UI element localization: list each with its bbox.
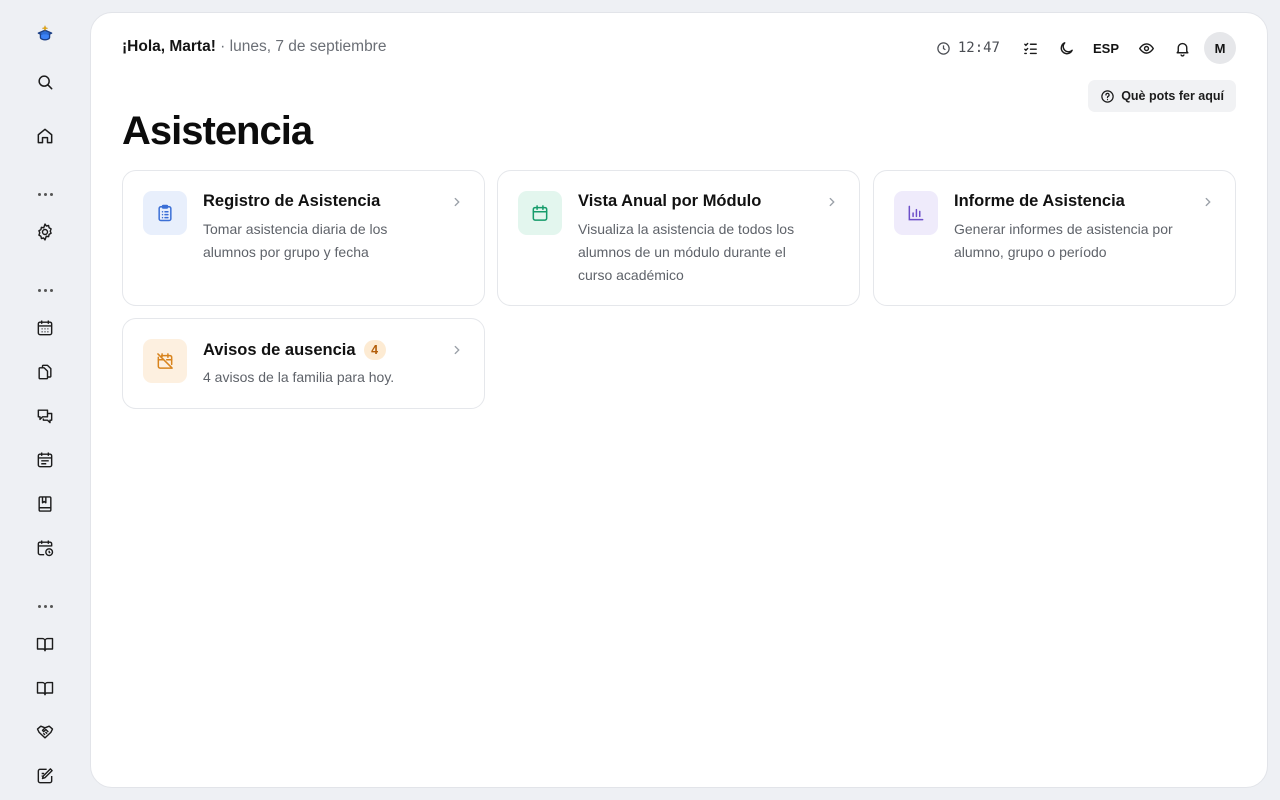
clock-icon bbox=[937, 41, 950, 55]
handshake-icon[interactable] bbox=[29, 716, 61, 748]
more-dots-icon[interactable] bbox=[29, 188, 61, 200]
card-description: 4 avisos de la familia para hoy. bbox=[203, 369, 395, 385]
settings-icon[interactable] bbox=[29, 216, 61, 248]
card-title-text: Informe de Asistencia bbox=[954, 192, 1125, 210]
chevron-right-icon bbox=[1205, 197, 1211, 207]
home-icon[interactable] bbox=[29, 120, 61, 152]
calendar-grid-icon[interactable] bbox=[29, 312, 61, 344]
avatar[interactable]: M bbox=[1204, 32, 1236, 64]
dark-mode-icon[interactable] bbox=[1048, 32, 1084, 64]
card-title-text: Vista Anual por Módulo bbox=[578, 192, 762, 210]
bar-chart-icon bbox=[894, 191, 938, 235]
language-selector[interactable]: ESP bbox=[1084, 32, 1128, 64]
calendar-off-icon bbox=[143, 339, 187, 383]
edit-note-icon[interactable] bbox=[29, 760, 61, 792]
card-title: Registro de Asistencia bbox=[203, 192, 380, 211]
documents-icon[interactable] bbox=[29, 356, 61, 388]
chevron-right-icon bbox=[454, 345, 460, 355]
open-book-icon[interactable] bbox=[29, 672, 61, 704]
card-registro-asistencia[interactable]: Registro de Asistencia Tomar asistencia … bbox=[122, 170, 485, 306]
clipboard-list-icon bbox=[143, 191, 187, 235]
schedule-icon[interactable] bbox=[29, 444, 61, 476]
bookmark-book-icon[interactable] bbox=[29, 488, 61, 520]
help-button-label: Què pots fer aquí bbox=[1121, 89, 1224, 103]
greeting-date: · lunes, 7 de septiembre bbox=[215, 38, 387, 55]
messages-icon[interactable] bbox=[29, 400, 61, 432]
card-description: Generar informes de asistencia por alumn… bbox=[954, 221, 1173, 260]
more-dots-icon[interactable] bbox=[29, 600, 61, 612]
calendar-icon bbox=[518, 191, 562, 235]
card-title-text: Registro de Asistencia bbox=[203, 192, 381, 210]
eye-icon[interactable] bbox=[1128, 32, 1164, 64]
page-title: Asistencia bbox=[122, 109, 313, 153]
clock: 12:47 bbox=[936, 40, 1000, 56]
card-title: Avisos de ausencia 4 bbox=[203, 340, 386, 360]
card-description: Visualiza la asistencia de todos los alu… bbox=[578, 221, 795, 283]
card-title: Vista Anual por Módulo bbox=[578, 192, 761, 211]
open-book-icon[interactable] bbox=[29, 628, 61, 660]
help-circle-icon bbox=[1101, 89, 1114, 103]
search-icon[interactable] bbox=[29, 66, 61, 98]
top-toolbar: 12:47 ESP M bbox=[936, 32, 1236, 64]
tasks-icon[interactable] bbox=[1012, 32, 1048, 64]
help-button[interactable]: Què pots fer aquí bbox=[1088, 80, 1236, 112]
count-badge: 4 bbox=[363, 340, 386, 360]
calendar-clock-icon[interactable] bbox=[29, 532, 61, 564]
notifications-bell-icon[interactable] bbox=[1164, 32, 1200, 64]
greeting: ¡Hola, Marta! · lunes, 7 de septiembre bbox=[122, 38, 386, 56]
sidebar bbox=[0, 0, 90, 800]
chevron-right-icon bbox=[454, 197, 460, 207]
card-title-text: Avisos de ausencia bbox=[203, 340, 356, 359]
card-informe-asistencia[interactable]: Informe de Asistencia Generar informes d… bbox=[873, 170, 1236, 306]
card-avisos-ausencia[interactable]: Avisos de ausencia 4 4 avisos de la fami… bbox=[122, 318, 485, 409]
more-dots-icon[interactable] bbox=[29, 284, 61, 296]
logo-icon[interactable] bbox=[29, 18, 61, 50]
main-panel: ¡Hola, Marta! · lunes, 7 de septiembre 1… bbox=[90, 12, 1268, 788]
greeting-name: ¡Hola, Marta! bbox=[122, 38, 216, 55]
chevron-right-icon bbox=[829, 197, 835, 207]
clock-time: 12:47 bbox=[957, 40, 1000, 56]
card-title: Informe de Asistencia bbox=[954, 192, 1125, 211]
card-description: Tomar asistencia diaria de los alumnos p… bbox=[203, 221, 388, 260]
card-vista-anual-modulo[interactable]: Vista Anual por Módulo Visualiza la asis… bbox=[497, 170, 860, 306]
